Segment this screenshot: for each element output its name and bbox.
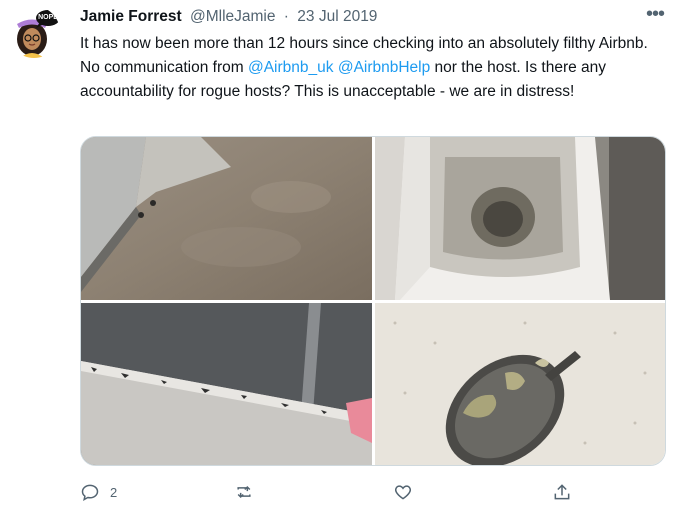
heart-icon bbox=[394, 485, 412, 500]
avatar[interactable]: NOPE bbox=[8, 6, 60, 58]
tweet-header: Jamie Forrest @MlleJamie · 23 Jul 2019 bbox=[80, 6, 640, 28]
reply-button[interactable]: 2 bbox=[80, 478, 117, 506]
tweet-actions: 2 bbox=[80, 478, 600, 506]
retweet-icon bbox=[237, 485, 251, 499]
more-options-button[interactable]: ••• bbox=[640, 4, 670, 30]
media-grid bbox=[80, 136, 666, 466]
dirty-floor-photo[interactable] bbox=[81, 137, 372, 300]
share-button[interactable] bbox=[552, 478, 582, 506]
more-options-icon: ••• bbox=[645, 3, 665, 25]
dirty-spoon-photo[interactable] bbox=[375, 303, 665, 465]
meta-separator: · bbox=[283, 8, 289, 25]
share-icon bbox=[554, 484, 570, 500]
dirty-toilet-photo[interactable] bbox=[375, 137, 665, 300]
tweet-text: It has now been more than 12 hours since… bbox=[80, 32, 668, 104]
reply-icon bbox=[81, 484, 99, 501]
author-handle[interactable]: @MlleJamie bbox=[190, 8, 276, 25]
author-name[interactable]: Jamie Forrest bbox=[80, 8, 182, 25]
like-button[interactable] bbox=[393, 478, 423, 506]
avatar-badge: NOPE bbox=[38, 14, 58, 21]
mention-airbnb-help[interactable]: @AirbnbHelp bbox=[338, 59, 430, 76]
tweet-card: NOPE Jamie Forrest @MlleJamie · 23 Jul 2… bbox=[0, 0, 680, 507]
retweet-button[interactable] bbox=[234, 478, 264, 506]
reply-count: 2 bbox=[110, 484, 118, 500]
moldy-skirting-photo[interactable] bbox=[81, 303, 372, 465]
mention-airbnb-uk[interactable]: @Airbnb_uk bbox=[248, 59, 334, 76]
tweet-date[interactable]: 23 Jul 2019 bbox=[297, 8, 377, 25]
